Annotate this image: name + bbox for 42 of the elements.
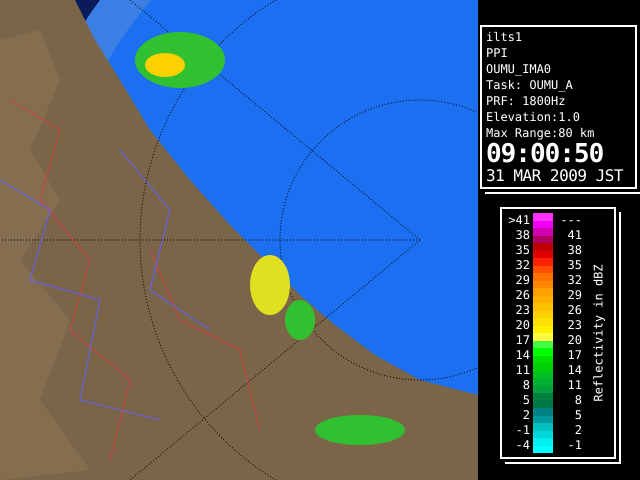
legend-label: --- bbox=[560, 213, 582, 228]
legend-label: -1 bbox=[516, 423, 530, 438]
legend-label: >41 bbox=[508, 213, 530, 228]
info-text: Task: OUMU_A bbox=[486, 77, 574, 93]
info-text: Elevation:1.0 bbox=[486, 109, 581, 125]
legend-title: Reflectivity in dBZ bbox=[591, 264, 607, 402]
legend-label: 23 bbox=[516, 303, 530, 318]
legend-label: 20 bbox=[568, 333, 582, 348]
info-text: OUMU_IMA0 bbox=[486, 61, 552, 77]
legend-label: 35 bbox=[516, 243, 530, 258]
legend-label: 2 bbox=[522, 408, 530, 423]
legend-label: 5 bbox=[522, 393, 530, 408]
legend-label: 29 bbox=[516, 273, 530, 288]
legend-label: 5 bbox=[574, 408, 582, 423]
legend-label: 26 bbox=[568, 303, 582, 318]
legend-label: 35 bbox=[568, 258, 582, 273]
legend-label: 26 bbox=[516, 288, 530, 303]
legend-label: 8 bbox=[574, 393, 582, 408]
legend-label: -1 bbox=[568, 438, 582, 453]
date-text: 31 MAR 2009 JST bbox=[486, 167, 624, 185]
info-text: PRF: 1800Hz bbox=[486, 93, 566, 109]
legend-label: 23 bbox=[568, 318, 582, 333]
time-text: 09:00:50 bbox=[486, 141, 604, 167]
legend-label: -4 bbox=[516, 438, 530, 453]
legend-label: 17 bbox=[516, 333, 530, 348]
legend-label: 32 bbox=[516, 258, 530, 273]
legend-label: 20 bbox=[516, 318, 530, 333]
info-text: Max Range:80 km bbox=[486, 125, 596, 141]
legend-label: 38 bbox=[516, 228, 530, 243]
legend-label: 11 bbox=[516, 363, 530, 378]
legend-label: 17 bbox=[568, 348, 582, 363]
legend-label: 41 bbox=[568, 228, 582, 243]
info-text: PPI bbox=[486, 45, 509, 61]
legend-label: 2 bbox=[574, 423, 582, 438]
legend-label: 11 bbox=[568, 378, 582, 393]
legend-label: 8 bbox=[522, 378, 530, 393]
legend-label: 14 bbox=[568, 363, 582, 378]
info-text: ilts1 bbox=[486, 29, 524, 45]
legend-label: 29 bbox=[568, 288, 582, 303]
legend-label: 32 bbox=[568, 273, 582, 288]
legend-label: 38 bbox=[568, 243, 582, 258]
legend-label: 14 bbox=[516, 348, 530, 363]
